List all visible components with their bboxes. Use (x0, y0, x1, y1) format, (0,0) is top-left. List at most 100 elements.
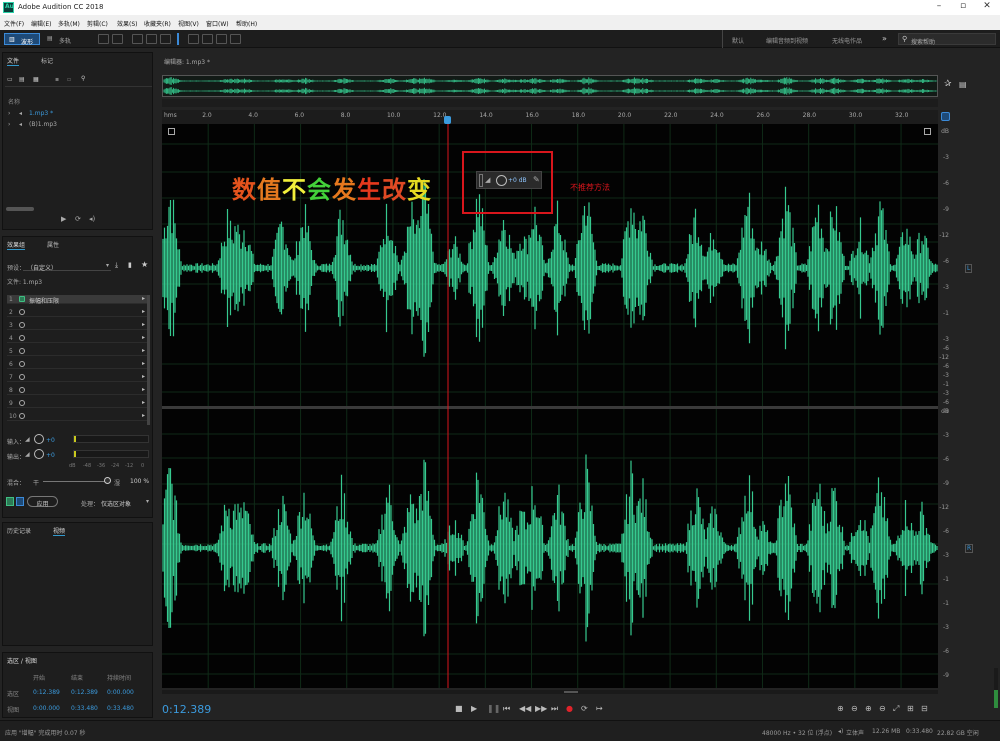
files-scrollbar[interactable] (6, 207, 34, 211)
loop-icon[interactable]: ⟳ (581, 704, 588, 713)
chevron-right-icon[interactable]: ▸ (142, 308, 145, 315)
chevron-right-icon[interactable]: ▸ (142, 399, 145, 406)
output-gain-knob[interactable] (34, 449, 44, 459)
expand-icon[interactable]: › (8, 121, 10, 128)
spectral-display-icon[interactable] (98, 34, 109, 44)
chevron-right-icon[interactable]: ▸ (142, 373, 145, 380)
input-value[interactable]: +0 (46, 437, 55, 444)
power-icon[interactable] (19, 374, 25, 380)
zoom-out-time-icon[interactable]: ⊖ (879, 704, 886, 713)
effect-slot[interactable]: 6 ▸ (7, 360, 147, 369)
tab-video[interactable]: 视频 (53, 526, 66, 536)
chevron-right-icon[interactable]: ▸ (142, 334, 145, 341)
effect-slot[interactable]: 3 ▸ (7, 321, 147, 330)
effect-slot[interactable]: 9 ▸ (7, 399, 147, 408)
time-ruler[interactable]: hms 2.0 4.0 6.0 8.0 10.0 12.0 14.0 16.0 18.0 20.0 2… (162, 110, 938, 125)
tab-markers[interactable]: 标记 (41, 56, 53, 65)
delete-icon[interactable]: ▫ (67, 76, 71, 83)
skip-selection-icon[interactable]: ↦ (596, 704, 603, 713)
fast-forward-icon[interactable]: ▶▶ (535, 704, 547, 713)
mix-slider-handle[interactable] (104, 477, 111, 484)
channel-options-icon[interactable] (924, 128, 931, 135)
import-icon[interactable]: ▤ (19, 76, 25, 83)
spectral-pitch-icon[interactable] (112, 34, 123, 44)
chevron-right-icon[interactable]: ▸ (142, 295, 145, 302)
effect-slot[interactable]: 1 振幅和压限 ▸ (7, 295, 147, 305)
slip-tool-icon[interactable] (160, 34, 171, 44)
menu-file[interactable]: 文件(F) (4, 19, 24, 28)
effect-slot[interactable]: 7 ▸ (7, 373, 147, 382)
close-file-icon[interactable]: ▪ (55, 76, 59, 83)
tab-properties[interactable]: 属性 (47, 240, 59, 249)
waveform-view-button[interactable]: ▥ 波形 (4, 33, 40, 46)
workspace-radio[interactable]: 无线电作品 (832, 36, 862, 45)
record-icon[interactable]: ● (566, 704, 573, 713)
rewind-icon[interactable]: ◀◀ (519, 704, 531, 713)
chevron-right-icon[interactable]: ▸ (142, 412, 145, 419)
maximize-button[interactable]: ▫ (956, 1, 970, 14)
input-gain-knob[interactable] (34, 434, 44, 444)
tab-effects-rack[interactable]: 效果组 (7, 240, 26, 250)
zoom-selection-out-icon[interactable]: ⊟ (921, 704, 928, 713)
multitrack-view-button[interactable]: ▤ 多轨 (44, 33, 80, 45)
file-item[interactable]: › ◂ 1.mp3 * (5, 109, 152, 119)
chevron-right-icon[interactable]: ▸ (142, 347, 145, 354)
horizontal-scrollbar[interactable] (162, 690, 938, 694)
process-dropdown[interactable]: 仅选区对象 ▾ (99, 496, 151, 508)
open-file-icon[interactable]: ▭ (7, 76, 13, 83)
razor-tool-icon[interactable] (146, 34, 157, 44)
save-preset-icon[interactable]: ⤓ (115, 261, 118, 270)
skip-forward-icon[interactable]: ⏭ (551, 704, 558, 714)
menu-multitrack[interactable]: 多轨(M) (58, 19, 80, 28)
brush-tool-icon[interactable] (216, 34, 227, 44)
power-icon[interactable] (19, 348, 25, 354)
chevron-right-icon[interactable]: ▸ (142, 360, 145, 367)
menu-view[interactable]: 视图(V) (178, 19, 199, 28)
new-file-icon[interactable]: ▦ (33, 76, 39, 83)
power-icon[interactable] (19, 335, 25, 341)
zoom-full-icon[interactable]: ⤢ (893, 704, 899, 714)
rack-power-icon[interactable] (6, 497, 14, 506)
effect-slot[interactable]: 4 ▸ (7, 334, 147, 343)
power-icon[interactable] (19, 322, 25, 328)
pause-icon[interactable]: ❚❚ (487, 704, 500, 713)
autoplay-icon[interactable]: ◂) (89, 215, 95, 223)
workspace-default[interactable]: 默认 (732, 36, 744, 45)
editor-tab[interactable]: 编辑器: 1.mp3 * (164, 57, 210, 66)
current-time-display[interactable]: 0:12.389 (162, 703, 211, 716)
output-value[interactable]: +0 (46, 452, 55, 459)
close-button[interactable]: ✕ (980, 1, 994, 14)
power-icon[interactable] (19, 413, 25, 419)
mix-value[interactable]: 100 % (130, 478, 149, 485)
effect-slot[interactable]: 5 ▸ (7, 347, 147, 356)
file-item[interactable]: › ◂ (B)1.mp3 (5, 120, 152, 130)
zoom-in-amplitude-icon[interactable]: ⊕ (837, 704, 844, 713)
panel-options-icon[interactable]: ▤ (959, 80, 967, 89)
menu-favorites[interactable]: 收藏夹(R) (144, 19, 171, 28)
expand-icon[interactable]: › (8, 110, 10, 117)
minimize-button[interactable]: – (932, 1, 946, 14)
search-files-icon[interactable]: ⚲ (81, 75, 85, 82)
hud-toggle-icon[interactable] (168, 128, 175, 135)
playhead-handle[interactable] (444, 116, 451, 124)
more-workspaces-icon[interactable]: » (882, 34, 887, 43)
rack-split-icon[interactable] (16, 497, 24, 506)
zoom-out-amplitude-icon[interactable]: ⊖ (851, 704, 858, 713)
search-help-field[interactable]: ⚲ 搜索帮助 (898, 33, 996, 46)
preset-dropdown[interactable]: （自定义） ▾ (23, 261, 111, 272)
play-preview-icon[interactable]: ▶ (61, 215, 66, 223)
power-icon[interactable] (19, 400, 25, 406)
power-icon[interactable] (19, 361, 25, 367)
channel-right-label[interactable]: R (965, 544, 974, 553)
loop-preview-icon[interactable]: ⟳ (75, 215, 81, 223)
power-icon[interactable] (19, 309, 25, 315)
play-icon[interactable]: ▶ (471, 704, 477, 713)
chevron-right-icon[interactable]: ▸ (142, 321, 145, 328)
chevron-right-icon[interactable]: ▸ (142, 386, 145, 393)
channel-left-label[interactable]: L (965, 264, 973, 273)
tab-history[interactable]: 历史记录 (7, 526, 31, 535)
move-tool-icon[interactable] (132, 34, 143, 44)
delete-preset-icon[interactable]: ▮ (128, 261, 132, 269)
apply-button[interactable]: 应用 (27, 496, 58, 508)
workspace-video[interactable]: 编辑音频到视频 (766, 36, 808, 45)
